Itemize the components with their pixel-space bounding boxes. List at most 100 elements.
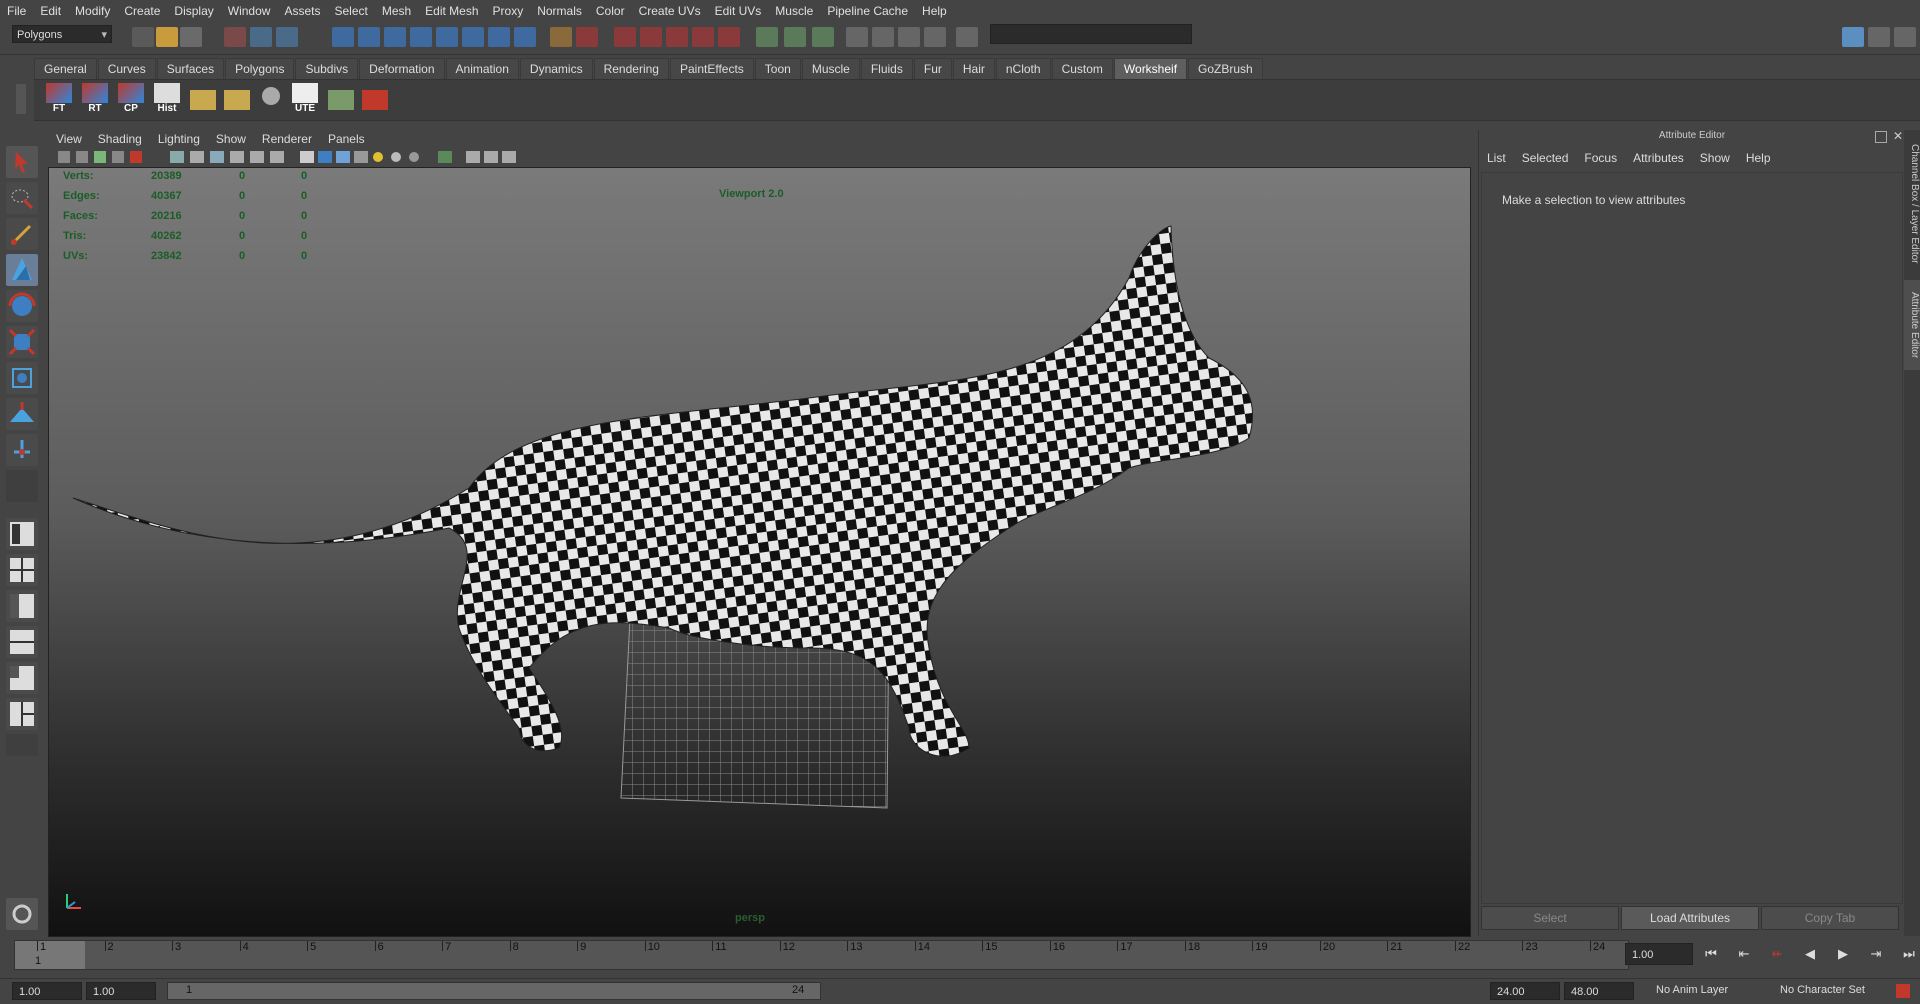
render-globals-icon[interactable] — [718, 27, 740, 47]
anim-end-field[interactable]: 48.00 — [1564, 982, 1634, 1000]
tab-channel-box[interactable]: Channel Box / Layer Editor — [1904, 134, 1920, 274]
open-scene-icon[interactable] — [156, 27, 178, 47]
outliner-icon[interactable] — [812, 27, 834, 47]
menu-pipeline-cache[interactable]: Pipeline Cache — [820, 4, 915, 18]
menu-edit-uvs[interactable]: Edit UVs — [708, 4, 769, 18]
layout-single-pane-icon[interactable] — [6, 518, 38, 550]
shelf-tab-deformation[interactable]: Deformation — [359, 58, 445, 79]
anim-layer-dropdown[interactable]: No Anim Layer — [1656, 984, 1728, 996]
shelf-tab-rendering[interactable]: Rendering — [593, 58, 669, 79]
input-line-icon[interactable] — [756, 27, 778, 47]
shelf-tab-surfaces[interactable]: Surfaces — [156, 58, 225, 79]
play-backwards-icon[interactable]: ◀ — [1799, 946, 1821, 962]
shelf-tab-fur[interactable]: Fur — [913, 58, 952, 79]
fox-model-scene[interactable] — [49, 168, 1470, 936]
tool-settings-icon[interactable] — [924, 27, 946, 47]
go-to-start-icon[interactable]: ⏮ — [1700, 946, 1722, 962]
step-forward-key-icon[interactable]: ⇥ — [1865, 946, 1887, 962]
anim-prefs-icon[interactable] — [1896, 984, 1910, 998]
load-attributes-button[interactable]: Load Attributes — [1621, 906, 1759, 930]
layout-extra-slot[interactable] — [6, 734, 38, 756]
go-to-end-icon[interactable]: ⏭ — [1898, 946, 1920, 962]
hypershade-icon[interactable] — [666, 27, 688, 47]
menu-normals[interactable]: Normals — [530, 4, 589, 18]
viewport-toolbar-icons[interactable] — [48, 148, 568, 166]
new-scene-icon[interactable] — [132, 27, 154, 47]
tab-attribute-editor[interactable]: Attribute Editor — [1904, 280, 1920, 370]
float-panel-icon[interactable] — [1875, 131, 1887, 143]
paint-select-tool-icon[interactable] — [6, 218, 38, 250]
shelf-button-uv-map-icon[interactable] — [188, 83, 218, 117]
menu-color[interactable]: Color — [589, 4, 632, 18]
shelf-tab-dynamics[interactable]: Dynamics — [519, 58, 593, 79]
menu-set-dropdown[interactable]: Polygons — [12, 25, 112, 44]
shelf-button-script-icon[interactable] — [326, 83, 356, 117]
move-tool-icon[interactable] — [6, 254, 38, 286]
shelf-tab-curves[interactable]: Curves — [97, 58, 156, 79]
shelf-button-uv-layout-icon[interactable] — [222, 83, 252, 117]
attr-menu-selected[interactable]: Selected — [1514, 151, 1577, 165]
select-tool-icon[interactable] — [6, 146, 38, 178]
soft-mod-tool-icon[interactable] — [6, 398, 38, 430]
shelf-button-rt[interactable]: RT — [80, 83, 110, 117]
attr-menu-help[interactable]: Help — [1738, 151, 1779, 165]
attr-menu-focus[interactable]: Focus — [1576, 151, 1625, 165]
shelf-tab-gozbrush[interactable]: GoZBrush — [1188, 58, 1263, 79]
anim-start-field[interactable]: 1.00 — [86, 982, 156, 1000]
step-back-frame-icon[interactable]: ⇷ — [1766, 946, 1788, 962]
character-set-dropdown[interactable]: No Character Set — [1780, 984, 1865, 996]
menu-edit-mesh[interactable]: Edit Mesh — [418, 4, 485, 18]
menu-muscle[interactable]: Muscle — [768, 4, 820, 18]
menu-assets[interactable]: Assets — [277, 4, 327, 18]
menu-help[interactable]: Help — [915, 4, 954, 18]
shelf-button-ft[interactable]: FT — [44, 83, 74, 117]
select-button[interactable]: Select — [1481, 906, 1619, 930]
menu-select[interactable]: Select — [327, 4, 374, 18]
show-manipulator-icon[interactable] — [6, 434, 38, 466]
shelf-tab-painteffects[interactable]: PaintEffects — [669, 58, 754, 79]
settings-icon[interactable] — [6, 898, 38, 930]
snap-surface-icon[interactable] — [436, 27, 458, 47]
copy-tab-button[interactable]: Copy Tab — [1761, 906, 1899, 930]
sidebar-toggle-icon[interactable] — [784, 27, 806, 47]
shelf-tab-subdivs[interactable]: Subdivs — [295, 58, 359, 79]
toggle-channel-box-icon[interactable] — [1894, 27, 1916, 47]
start-time-field[interactable]: 1.00 — [12, 982, 82, 1000]
play-forwards-icon[interactable]: ▶ — [1832, 946, 1854, 962]
viewport-menu-panels[interactable]: Panels — [320, 132, 373, 146]
step-back-key-icon[interactable]: ⇤ — [1733, 946, 1755, 962]
shelf-tab-general[interactable]: General — [34, 58, 97, 79]
lock-icon[interactable] — [550, 27, 572, 47]
render-view-icon[interactable] — [692, 27, 714, 47]
viewport-menu-show[interactable]: Show — [208, 132, 254, 146]
help-icon[interactable] — [514, 27, 536, 47]
current-time-marker[interactable] — [15, 941, 85, 969]
shelf-button-cycle-icon[interactable] — [256, 83, 286, 117]
shelf-menu-icon[interactable] — [16, 84, 26, 114]
shelf-tab-custom[interactable]: Custom — [1051, 58, 1113, 79]
shelf-tab-fluids[interactable]: Fluids — [860, 58, 913, 79]
menu-window[interactable]: Window — [221, 4, 278, 18]
menu-proxy[interactable]: Proxy — [486, 4, 531, 18]
close-icon[interactable]: ✕ — [1893, 129, 1903, 143]
viewport-menu-renderer[interactable]: Renderer — [254, 132, 320, 146]
rotate-tool-icon[interactable] — [6, 290, 38, 322]
layout-persp-outliner-icon[interactable] — [6, 698, 38, 730]
snap-curve-icon[interactable] — [358, 27, 380, 47]
range-slider[interactable]: 1 24 — [167, 982, 821, 1000]
viewport-menu-lighting[interactable]: Lighting — [150, 132, 208, 146]
universal-manipulator-icon[interactable] — [6, 362, 38, 394]
current-time-field[interactable]: 1.00 — [1625, 943, 1693, 965]
menu-mesh[interactable]: Mesh — [375, 4, 418, 18]
ipr-render-icon[interactable] — [614, 27, 636, 47]
scale-tool-icon[interactable] — [6, 326, 38, 358]
menu-create[interactable]: Create — [117, 4, 167, 18]
layout-outliner-persp-icon[interactable] — [6, 590, 38, 622]
snap-plane-icon[interactable] — [410, 27, 432, 47]
attr-menu-attributes[interactable]: Attributes — [1625, 151, 1692, 165]
construction-icon[interactable] — [488, 27, 510, 47]
shelf-tab-toon[interactable]: Toon — [754, 58, 801, 79]
layout-four-pane-icon[interactable] — [6, 554, 38, 586]
last-tool-slot[interactable] — [6, 470, 38, 502]
attr-menu-list[interactable]: List — [1479, 151, 1514, 165]
